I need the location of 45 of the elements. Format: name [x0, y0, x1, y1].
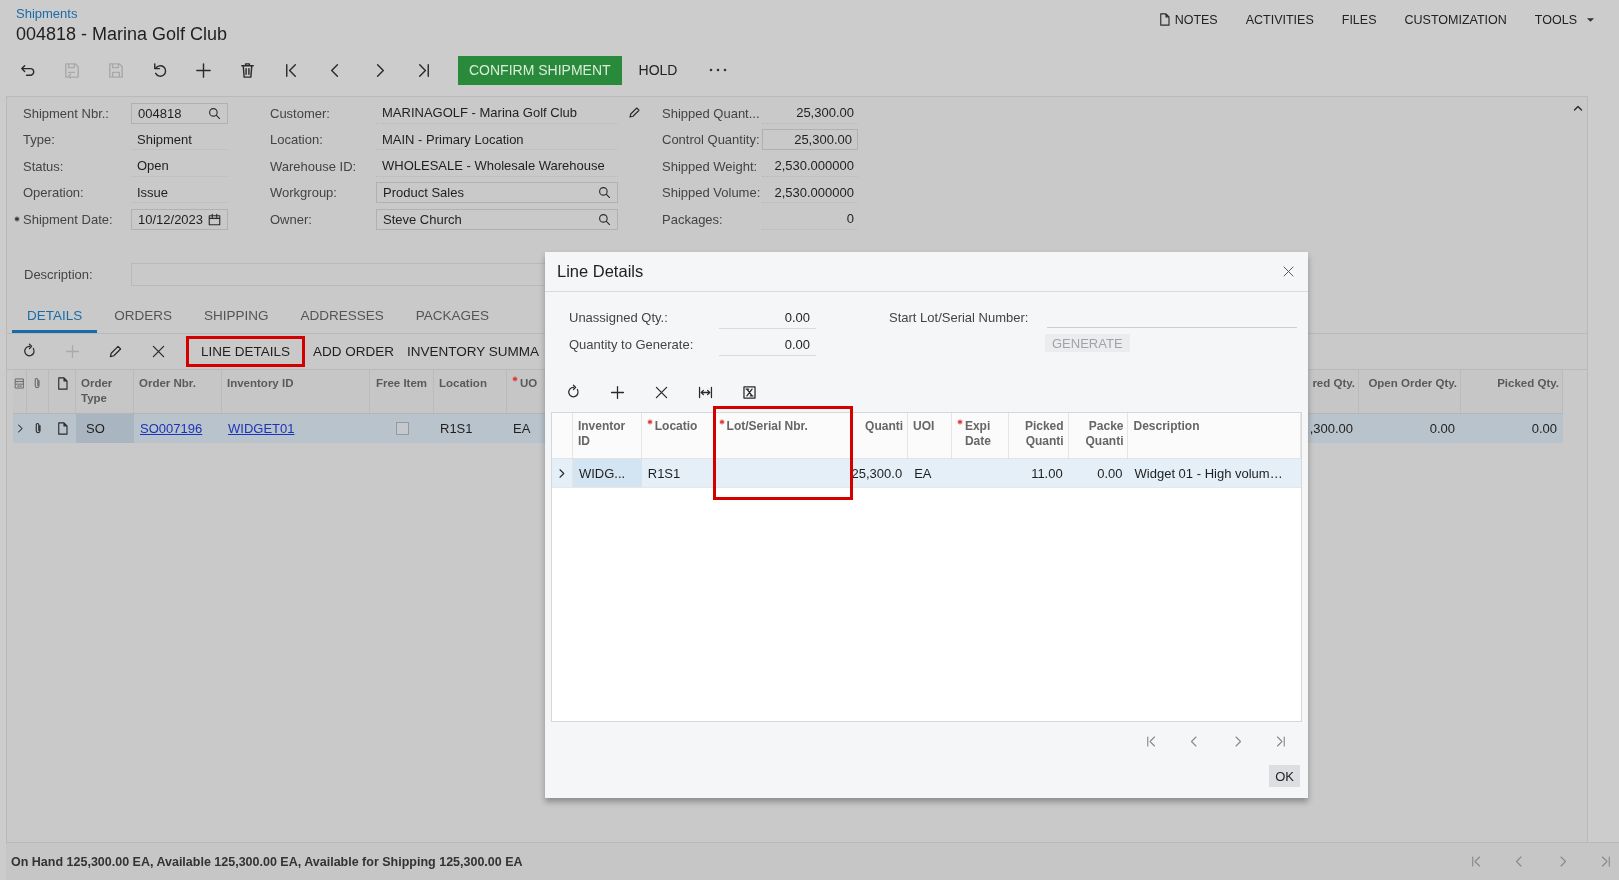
field-value: 0 — [846, 211, 854, 227]
field-label: Operation: — [23, 185, 84, 201]
table-cell: 0.00 — [1429, 420, 1455, 436]
field-label: Description: — [24, 266, 94, 282]
field-value: MARINAGOLF - Marina Golf Club — [382, 105, 578, 121]
page-title: 004818 - Marina Golf Club — [16, 24, 228, 45]
field-value: Issue — [137, 184, 169, 200]
table-cell: 11.00 — [1031, 465, 1063, 481]
table-cell: R1S1 — [440, 420, 473, 436]
field-label: Workgroup: — [270, 185, 337, 201]
table-cell: EA — [513, 420, 531, 436]
table-cell: EA — [914, 465, 932, 481]
field-value: MAIN - Primary Location — [382, 131, 524, 147]
field-label: Shipment Date: — [23, 211, 113, 227]
field-label: Status: — [23, 158, 64, 174]
field-label: Type: — [23, 132, 55, 148]
field-label: Packages: — [662, 211, 723, 227]
field-label: Shipment Nbr.: — [23, 105, 109, 121]
table-cell: Widget 01 - High volum… — [1134, 465, 1283, 481]
field-value: Shipment — [137, 131, 192, 147]
field-label: Customer: — [270, 105, 330, 121]
field-label: Start Lot/Serial Number: — [889, 310, 1030, 325]
status-text: On Hand 125,300.00 EA, Available 125,300.00 EA, Available for Shipping 125,300.00 EA — [11, 854, 523, 869]
field-label: Shipped Weight: — [662, 158, 758, 174]
table-cell: 25,300.0 — [851, 465, 903, 481]
table-cell: WIDG... — [578, 465, 626, 481]
table-cell: 0.00 — [1097, 465, 1123, 481]
field-label: Warehouse ID: — [270, 158, 357, 174]
field-label: Shipped Quant... — [662, 105, 760, 121]
field-label: Location: — [270, 132, 323, 148]
field-label: Owner: — [270, 211, 312, 227]
table-cell: R1S1 — [647, 465, 681, 481]
field-label: Shipped Volume: — [662, 185, 761, 201]
field-label: Quantity to Generate: — [569, 337, 695, 352]
field-value: Open — [137, 158, 169, 174]
field-value: 2,530.000000 — [774, 184, 854, 200]
field-value: WHOLESALE - Wholesale Warehouse — [382, 158, 605, 174]
field-label: Control Quantity: — [662, 132, 760, 148]
dialog-title: Line Details — [557, 262, 644, 281]
table-cell: ,300.00 — [1309, 420, 1353, 436]
field-value: 25,300.00 — [796, 105, 854, 121]
field-value: 2,530.000000 — [774, 158, 854, 174]
table-cell: SO — [86, 420, 105, 436]
table-cell: 0.00 — [1531, 420, 1557, 436]
field-label: Unassigned Qty.: — [569, 310, 669, 325]
